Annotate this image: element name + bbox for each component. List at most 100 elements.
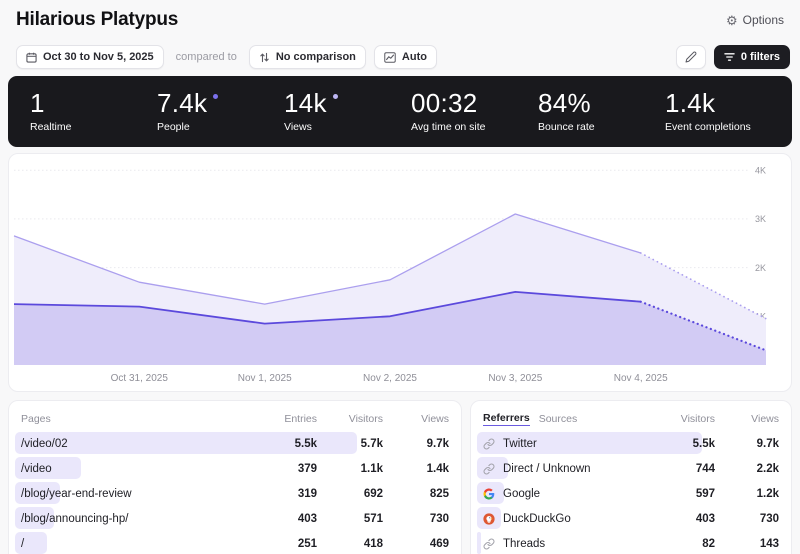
tab-pages[interactable]: Pages xyxy=(21,413,51,425)
referrers-table-row[interactable]: DuckDuckGo 403 730 xyxy=(477,506,779,531)
visitors-value: 597 xyxy=(695,487,715,500)
referrer-name[interactable]: Twitter xyxy=(483,438,651,450)
area-chart-canvas[interactable]: 1K2K3K4KOct 31, 2025Nov 1, 2025Nov 2, 20… xyxy=(9,154,791,391)
pages-table-row[interactable]: / 251 418 469 xyxy=(15,531,449,554)
options-label: Options xyxy=(742,13,784,27)
views-value: 9.7k xyxy=(756,437,779,450)
visitors-value: 692 xyxy=(363,487,383,500)
analytics-dashboard: Hilarious Platypus ⚙ Options Oct 30 to N… xyxy=(0,0,800,554)
filters-label: 0 filters xyxy=(740,51,780,63)
pages-table-row[interactable]: /video/02 5.5k 5.7k 9.7k xyxy=(15,431,449,456)
calendar-icon xyxy=(26,52,37,63)
visitors-value: 5.7k xyxy=(360,437,383,450)
page-path[interactable]: /video/02 xyxy=(21,438,255,450)
chart-mode-label: Auto xyxy=(401,51,427,63)
link-icon xyxy=(483,438,495,449)
page-path[interactable]: / xyxy=(21,538,255,550)
pages-table-row[interactable]: /video 379 1.1k 1.4k xyxy=(15,456,449,481)
svg-text:Nov 2, 2025: Nov 2, 2025 xyxy=(363,373,417,384)
referrers-table-row[interactable]: Threads 82 143 xyxy=(477,531,779,554)
stat-label: Bounce rate xyxy=(538,121,595,134)
entries-value: 5.5k xyxy=(294,437,317,450)
visitors-value: 418 xyxy=(363,537,383,550)
col-views: Views xyxy=(421,413,449,425)
visitors-value: 1.1k xyxy=(360,462,383,475)
views-value: 730 xyxy=(759,512,779,525)
page-path[interactable]: /blog/announcing-hp/ xyxy=(21,513,255,525)
stat-people[interactable]: 7.4k People xyxy=(157,89,284,133)
views-value: 9.7k xyxy=(426,437,449,450)
stat-label: Avg time on site xyxy=(411,121,486,134)
stat-event-completions[interactable]: 1.4k Event completions xyxy=(665,87,792,133)
pages-table-header: Pages Entries Visitors Views xyxy=(21,407,449,431)
pages-table: Pages Entries Visitors Views /video/02 5.… xyxy=(8,400,462,554)
visitors-value: 571 xyxy=(363,512,383,525)
referrer-name[interactable]: Google xyxy=(483,488,651,500)
referrer-name[interactable]: DuckDuckGo xyxy=(483,513,651,525)
pages-table-row[interactable]: /blog/year-end-review 319 692 825 xyxy=(15,481,449,506)
filter-icon xyxy=(724,53,735,61)
stat-value: 1.4k xyxy=(665,87,716,118)
stat-value: 7.4k xyxy=(157,89,284,117)
link-icon xyxy=(483,463,495,474)
pencil-icon xyxy=(685,51,697,63)
date-range-button[interactable]: Oct 30 to Nov 5, 2025 xyxy=(16,45,164,69)
traffic-chart[interactable]: 1K2K3K4KOct 31, 2025Nov 1, 2025Nov 2, 20… xyxy=(8,153,792,392)
series-dot-icon xyxy=(213,93,219,99)
stat-realtime[interactable]: 1 Realtime xyxy=(30,87,157,133)
referrers-table-row[interactable]: Direct / Unknown 744 2.2k xyxy=(477,456,779,481)
views-value: 2.2k xyxy=(756,462,779,475)
comparison-label: No comparison xyxy=(275,51,356,63)
svg-text:3K: 3K xyxy=(755,214,766,224)
views-value: 469 xyxy=(429,537,449,550)
views-value: 143 xyxy=(759,537,779,550)
svg-text:2K: 2K xyxy=(755,263,766,273)
referrers-table-row[interactable]: Twitter 5.5k 9.7k xyxy=(477,431,779,456)
svg-text:4K: 4K xyxy=(755,165,766,175)
referrers-table-header: Referrers Sources Visitors Views xyxy=(483,407,779,431)
tab-sources[interactable]: Sources xyxy=(539,413,578,425)
stats-bar: 1 Realtime 7.4k People 14k Views 00:32 Avg time… xyxy=(8,76,792,147)
col-entries: Entries xyxy=(284,413,317,425)
stat-value: 84% xyxy=(538,87,591,118)
stat-value: 00:32 xyxy=(411,87,478,118)
tab-referrers[interactable]: Referrers xyxy=(483,412,530,426)
options-button[interactable]: ⚙ Options xyxy=(726,13,784,27)
entries-value: 251 xyxy=(297,537,317,550)
stat-avg-time-on-site[interactable]: 00:32 Avg time on site xyxy=(411,87,538,134)
entries-value: 403 xyxy=(297,512,317,525)
date-range-label: Oct 30 to Nov 5, 2025 xyxy=(43,51,154,63)
stat-value: 1 xyxy=(30,87,45,118)
compare-arrows-icon xyxy=(260,52,269,62)
edit-filters-button[interactable] xyxy=(675,45,706,69)
top-bar: Hilarious Platypus ⚙ Options xyxy=(0,0,800,36)
stat-label: Views xyxy=(284,121,312,134)
views-value: 825 xyxy=(429,487,449,500)
toolbar: Oct 30 to Nov 5, 2025 compared to No com… xyxy=(0,36,800,69)
visitors-value: 82 xyxy=(702,537,715,550)
comparison-button[interactable]: No comparison xyxy=(248,45,366,69)
compared-to-label: compared to xyxy=(175,51,237,63)
views-value: 730 xyxy=(429,512,449,525)
page-path[interactable]: /blog/year-end-review xyxy=(21,488,255,500)
stat-value: 14k xyxy=(284,89,411,117)
col-ref-visitors: Visitors xyxy=(680,413,715,425)
page-path[interactable]: /video xyxy=(21,463,255,475)
stat-views[interactable]: 14k Views xyxy=(284,89,411,134)
duckduckgo-icon xyxy=(483,512,495,525)
line-chart-icon xyxy=(384,51,396,63)
views-value: 1.2k xyxy=(756,487,779,500)
site-title: Hilarious Platypus xyxy=(16,9,179,30)
referrer-name[interactable]: Threads xyxy=(483,538,651,550)
link-icon xyxy=(483,538,495,549)
chart-mode-button[interactable]: Auto xyxy=(373,45,437,69)
referrer-name[interactable]: Direct / Unknown xyxy=(483,463,651,475)
svg-text:Nov 4, 2025: Nov 4, 2025 xyxy=(614,373,668,384)
referrers-table-row[interactable]: Google 597 1.2k xyxy=(477,481,779,506)
col-visitors: Visitors xyxy=(348,413,383,425)
gear-icon: ⚙ xyxy=(725,12,738,28)
filters-button[interactable]: 0 filters xyxy=(713,45,790,69)
visitors-value: 744 xyxy=(695,462,715,475)
stat-bounce-rate[interactable]: 84% Bounce rate xyxy=(538,87,665,134)
pages-table-row[interactable]: /blog/announcing-hp/403 571 730 xyxy=(15,506,449,531)
